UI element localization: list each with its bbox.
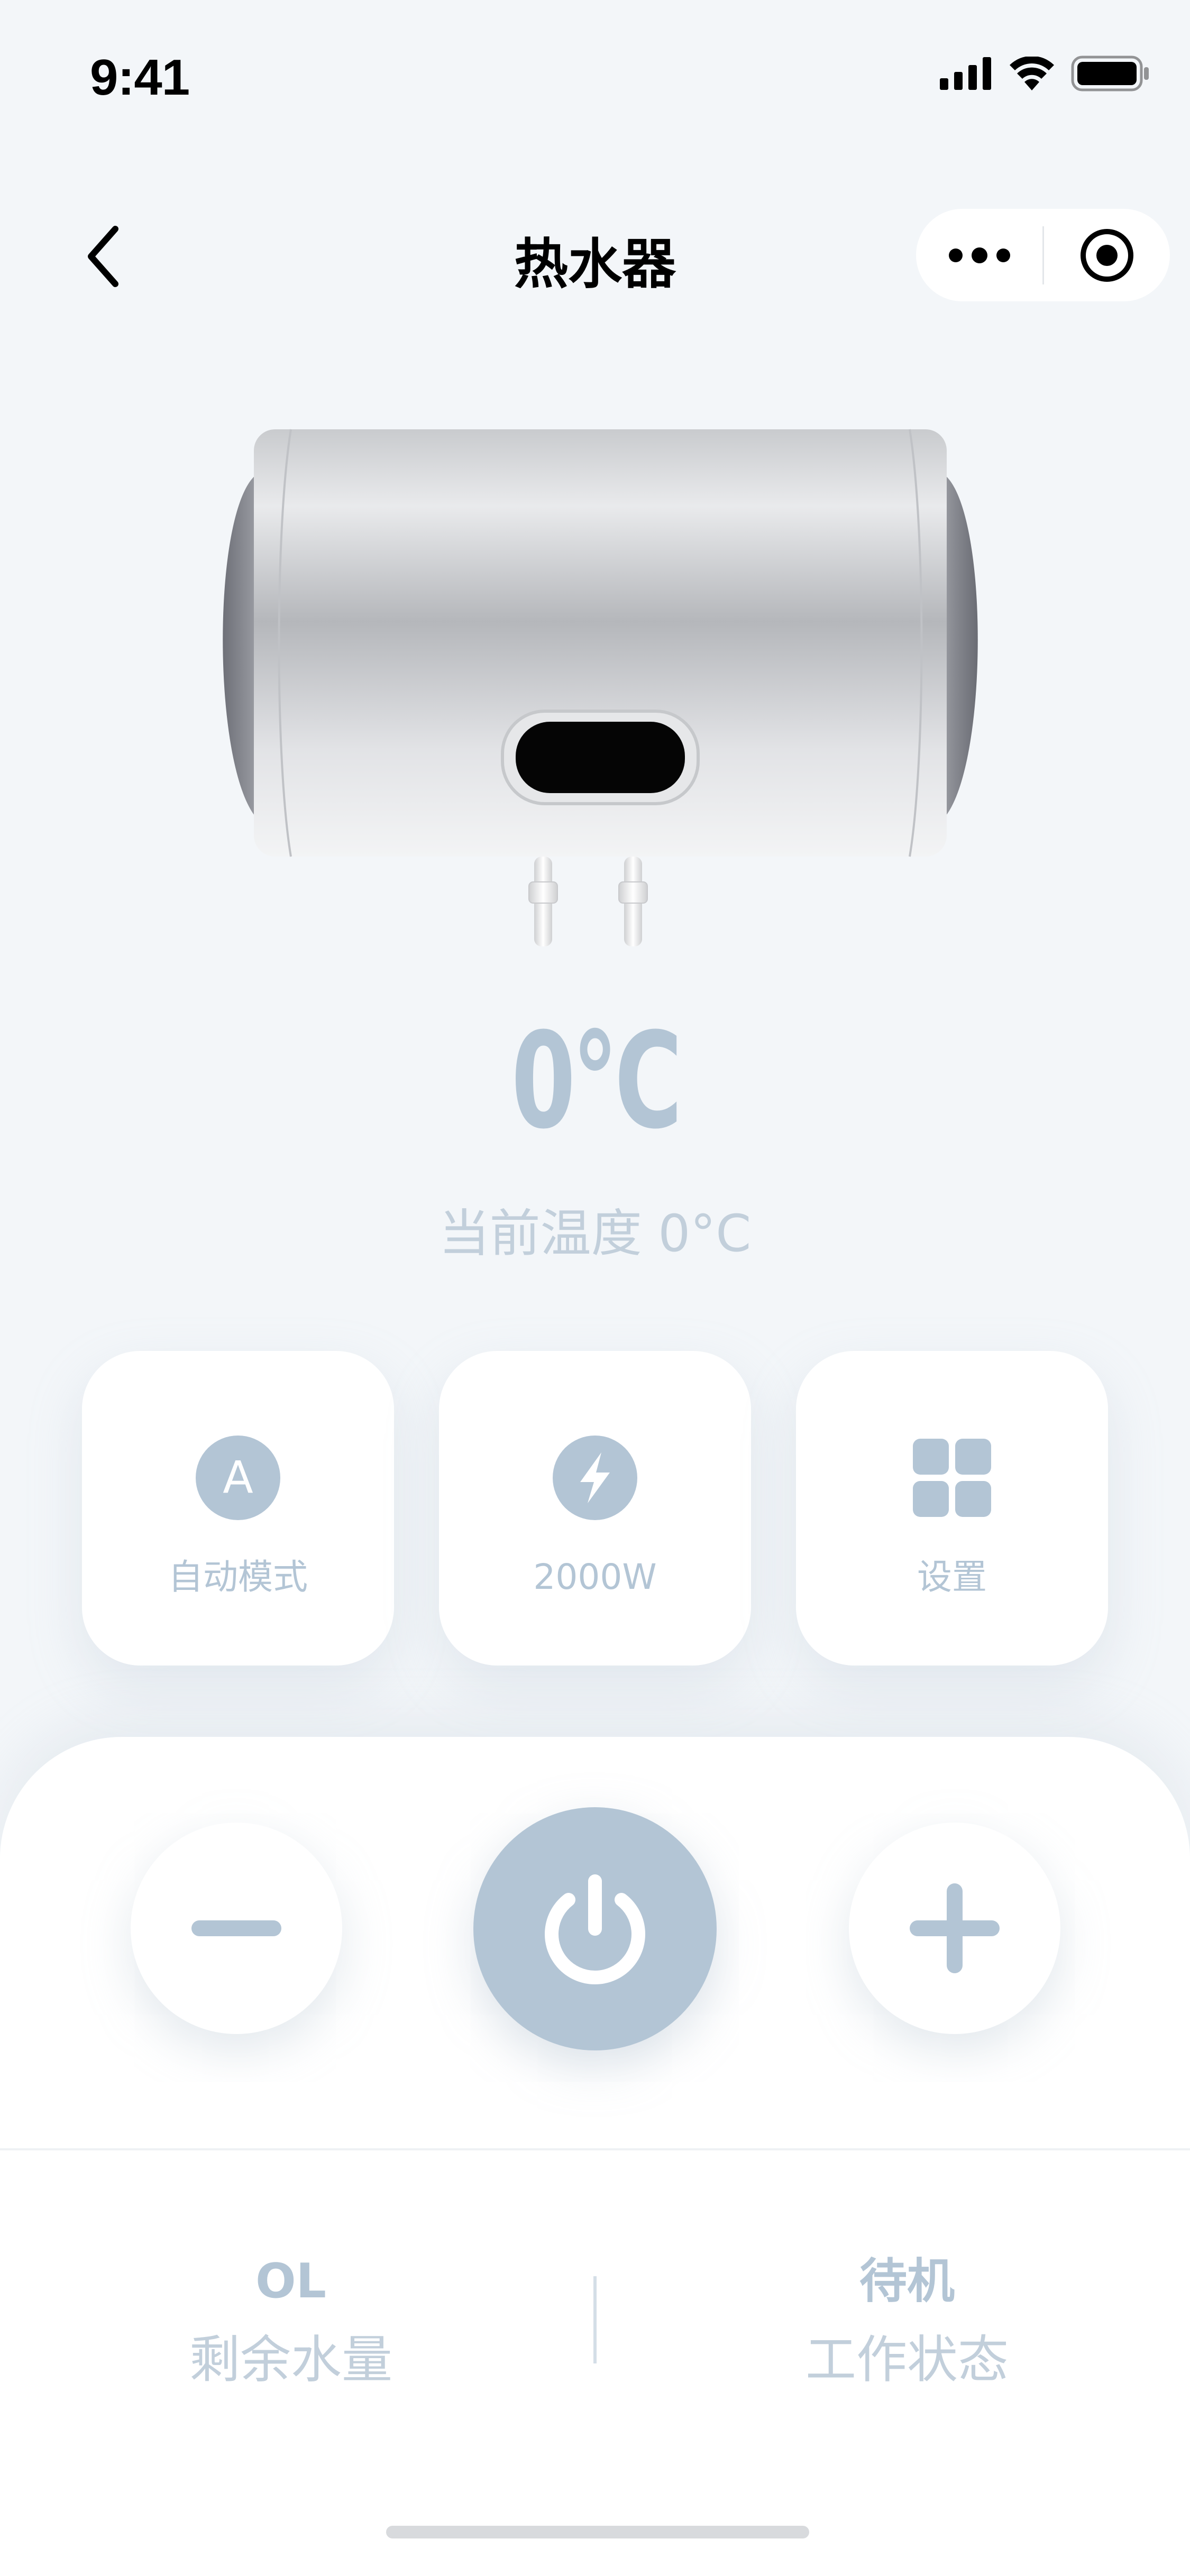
auto-mode-label: 自动模式 bbox=[168, 1557, 308, 1597]
auto-mode-card[interactable]: A 自动模式 bbox=[82, 1351, 394, 1666]
work-status-value: 待机 bbox=[859, 2253, 955, 2309]
target-temperature: 0°C bbox=[511, 1004, 683, 1158]
remaining-water-value: OL bbox=[255, 2253, 326, 2309]
status-icons bbox=[940, 56, 1150, 91]
water-heater-page: 9:41 热水器 0°C 当前温度 0°C A 自动模式 2000W 设置 OL… bbox=[0, 0, 1190, 2576]
auto-mode-letter: A bbox=[223, 1451, 253, 1503]
remaining-water-label: 剩余水量 bbox=[189, 2330, 392, 2389]
plus-icon bbox=[910, 1883, 1000, 1973]
feature-cards: A 自动模式 2000W 设置 bbox=[82, 1351, 1108, 1666]
wifi-icon bbox=[1010, 57, 1054, 90]
power-level-card[interactable]: 2000W bbox=[439, 1351, 751, 1666]
battery-icon bbox=[1071, 56, 1149, 91]
more-dots-icon bbox=[948, 247, 1010, 263]
settings-card[interactable]: 设置 bbox=[796, 1351, 1108, 1666]
current-temperature: 当前温度 0°C bbox=[438, 1204, 752, 1263]
increase-temp-button[interactable] bbox=[849, 1823, 1060, 2034]
work-status: 待机 工作状态 bbox=[767, 2253, 1047, 2389]
power-level-label: 2000W bbox=[533, 1557, 657, 1597]
more-menu-button[interactable] bbox=[916, 209, 1042, 301]
info-divider bbox=[593, 2276, 597, 2363]
work-status-label: 工作状态 bbox=[805, 2330, 1009, 2389]
panel-divider bbox=[0, 2148, 1190, 2150]
lightning-icon bbox=[553, 1436, 637, 1520]
power-icon bbox=[545, 1874, 645, 1984]
auto-mode-icon: A bbox=[196, 1436, 280, 1520]
grid-settings-icon bbox=[910, 1436, 994, 1520]
water-heater-illustration bbox=[223, 429, 978, 946]
status-time: 9:41 bbox=[90, 49, 190, 106]
mini-program-capsule bbox=[916, 209, 1170, 301]
minus-icon bbox=[191, 1920, 281, 1936]
remaining-water: OL 剩余水量 bbox=[159, 2253, 423, 2389]
decrease-temp-button[interactable] bbox=[131, 1823, 342, 2034]
cellular-signal-icon bbox=[940, 57, 991, 90]
settings-label: 设置 bbox=[917, 1557, 987, 1597]
power-button[interactable] bbox=[473, 1807, 717, 2050]
home-indicator[interactable] bbox=[386, 2526, 809, 2538]
close-mini-program-button[interactable] bbox=[1044, 209, 1170, 301]
target-circle-icon bbox=[1081, 228, 1133, 282]
